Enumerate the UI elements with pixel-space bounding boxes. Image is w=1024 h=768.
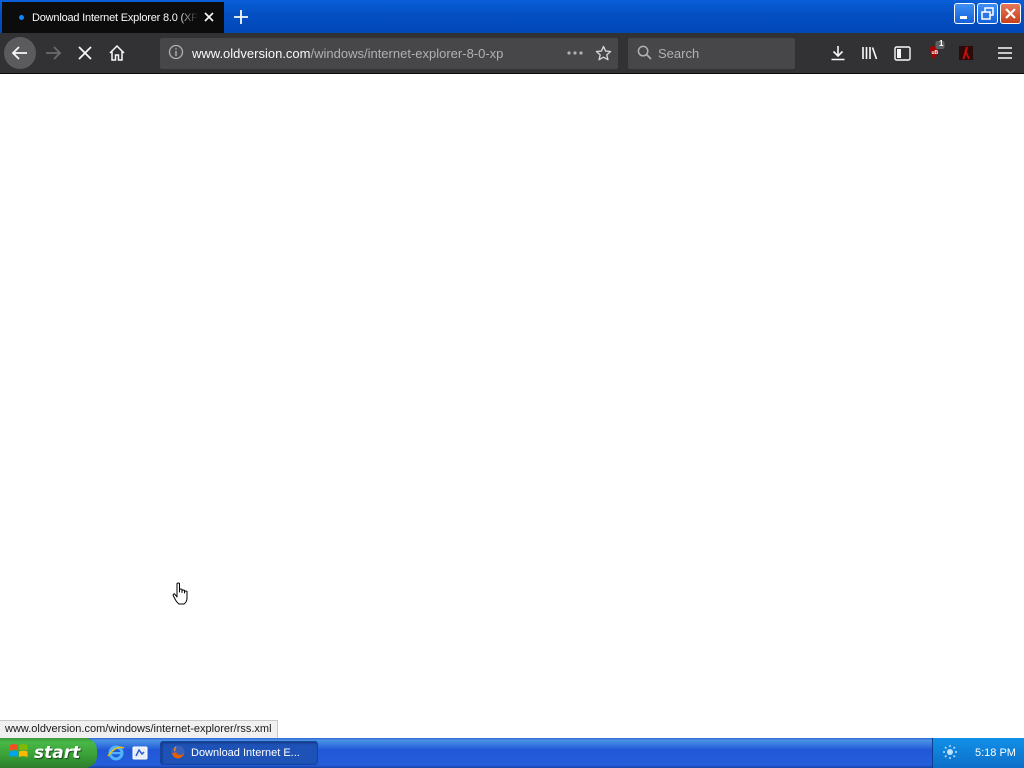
library-button[interactable] xyxy=(854,37,886,69)
extension-red-icon xyxy=(959,46,973,60)
quick-launch xyxy=(106,743,150,763)
library-icon xyxy=(862,47,878,60)
menu-button[interactable] xyxy=(989,37,1021,69)
stop-icon xyxy=(78,46,92,60)
window-controls xyxy=(954,3,1021,24)
minimize-button[interactable] xyxy=(954,3,975,24)
tab-title: Download Internet Explorer 8.0 (XP) xyxy=(32,11,198,24)
home-icon xyxy=(109,44,125,61)
minimize-icon xyxy=(960,16,967,19)
tab-active[interactable]: Download Internet Explorer 8.0 (XP) xyxy=(2,2,224,33)
download-icon xyxy=(831,46,845,61)
show-desktop-icon[interactable] xyxy=(130,743,150,763)
start-label: start xyxy=(34,743,81,763)
search-icon xyxy=(637,45,652,63)
taskbar-window-label: Download Internet E... xyxy=(191,747,300,759)
new-tab-button[interactable] xyxy=(229,5,253,29)
internet-explorer-icon[interactable] xyxy=(106,743,126,763)
forward-arrow-icon xyxy=(46,46,62,60)
sidebar-button[interactable] xyxy=(886,37,918,69)
hamburger-menu-icon xyxy=(998,47,1012,59)
stop-button[interactable] xyxy=(69,37,101,69)
search-input[interactable]: Search xyxy=(628,38,795,69)
bookmark-star-icon[interactable] xyxy=(595,45,612,65)
firefox-icon xyxy=(170,744,186,763)
network-activity-icon[interactable] xyxy=(942,744,958,763)
tab-close-icon[interactable] xyxy=(202,10,216,24)
extension-button[interactable] xyxy=(950,37,982,69)
navigation-toolbar: www.oldversion.com/windows/internet-expl… xyxy=(0,33,1024,74)
back-arrow-icon xyxy=(11,46,27,60)
home-button[interactable] xyxy=(101,37,133,69)
address-bar[interactable]: www.oldversion.com/windows/internet-expl… xyxy=(160,38,618,69)
taskbar: start Download Internet E... 5:18 PM xyxy=(0,738,1024,768)
system-tray: 5:18 PM xyxy=(932,738,1024,768)
close-window-button[interactable] xyxy=(1000,3,1021,24)
url-host: www.oldversion.com xyxy=(192,46,311,61)
hand-cursor-icon xyxy=(172,582,190,611)
plus-icon xyxy=(234,10,248,24)
downloads-button[interactable] xyxy=(822,37,854,69)
url-path: /windows/internet-explorer-8-0-xp xyxy=(310,46,504,61)
search-placeholder: Search xyxy=(658,46,700,61)
ublock-badge-count: 1 xyxy=(939,39,944,48)
forward-button[interactable] xyxy=(37,37,69,69)
status-url-panel: www.oldversion.com/windows/internet-expl… xyxy=(0,720,278,738)
page-content[interactable]: www.oldversion.com/windows/internet-expl… xyxy=(0,74,1024,738)
restore-icon xyxy=(981,7,994,20)
start-button[interactable]: start xyxy=(0,738,97,768)
svg-text:uB: uB xyxy=(932,50,939,56)
restore-button[interactable] xyxy=(977,3,998,24)
ublock-origin-button[interactable]: uB 1 xyxy=(918,37,950,69)
close-icon xyxy=(1005,8,1016,19)
back-button[interactable] xyxy=(4,37,36,69)
taskbar-window-button[interactable]: Download Internet E... xyxy=(160,741,318,765)
clock[interactable]: 5:18 PM xyxy=(975,747,1016,759)
site-info-icon[interactable] xyxy=(168,44,184,63)
windows-flag-icon xyxy=(9,742,29,765)
sidebar-icon xyxy=(893,45,911,61)
tab-loading-indicator-icon xyxy=(19,15,24,20)
page-actions-icon[interactable] xyxy=(566,45,584,64)
title-bar: Download Internet Explorer 8.0 (XP) xyxy=(0,0,1024,33)
